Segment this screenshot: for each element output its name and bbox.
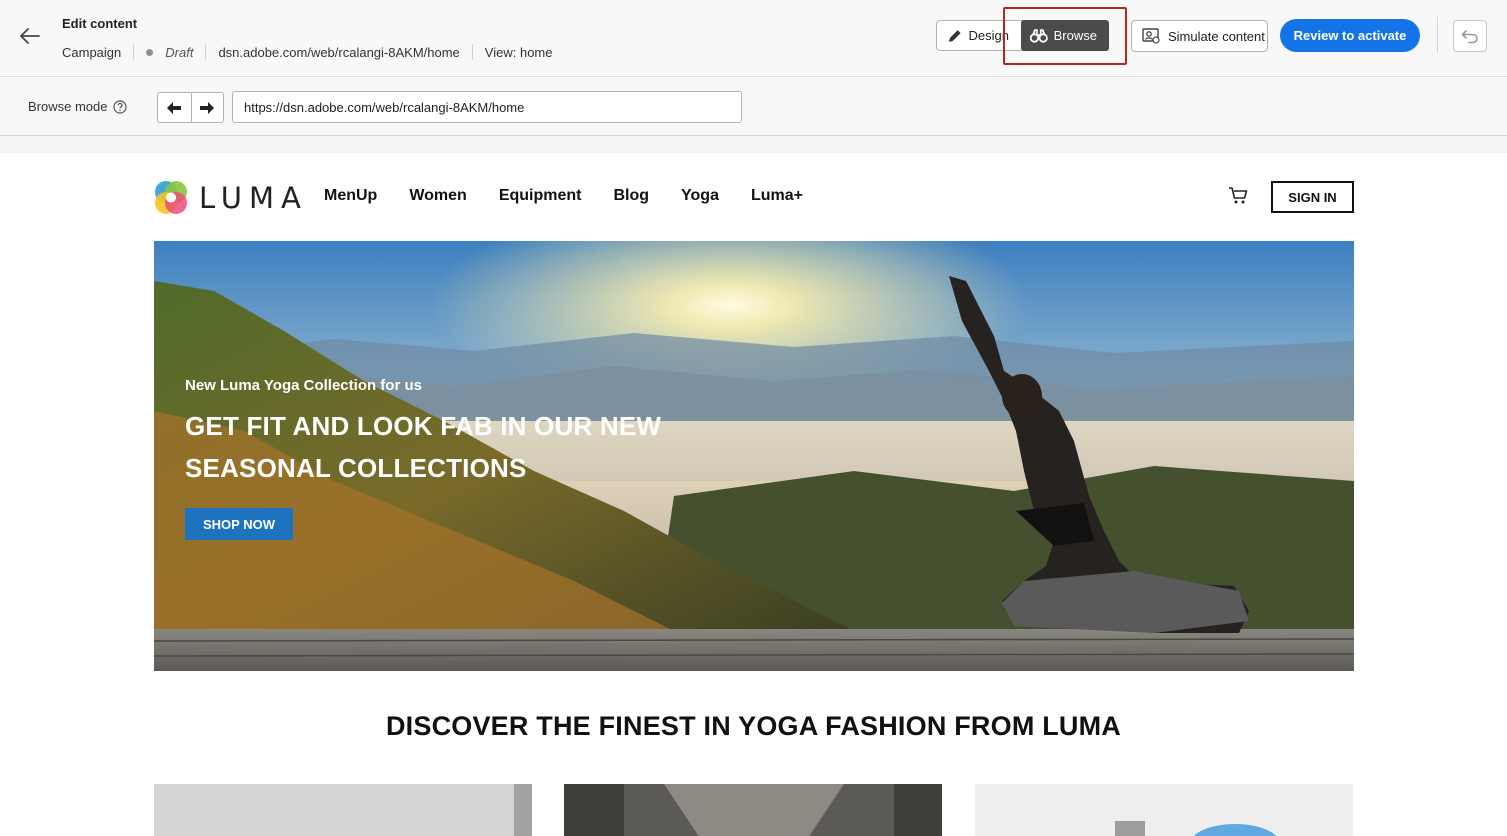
- divider: [133, 44, 135, 60]
- hero-kicker: New Luma Yoga Collection for us: [185, 377, 422, 394]
- nav-item-luma-plus[interactable]: Luma+: [751, 187, 803, 205]
- nav-item-blog[interactable]: Blog: [613, 187, 649, 205]
- arrow-back-icon: [167, 101, 182, 114]
- site-main-nav: MenUp Women Equipment Blog Yoga Luma+: [324, 187, 835, 205]
- preview-strip: [0, 137, 1507, 153]
- binoculars-icon: [1030, 28, 1048, 43]
- luma-logo-icon: [155, 181, 187, 214]
- url-input[interactable]: [232, 91, 742, 123]
- simulate-icon: [1142, 28, 1160, 44]
- product-card-image[interactable]: [975, 784, 1353, 836]
- review-to-activate-button[interactable]: Review to activate: [1280, 19, 1420, 52]
- hero-title-line1: GET FIT AND LOOK FAB IN OUR NEW: [185, 411, 662, 441]
- product-card-image[interactable]: [564, 784, 942, 836]
- simulate-content-button[interactable]: Simulate content: [1131, 20, 1268, 52]
- mode-switch: Design Browse: [936, 20, 1109, 51]
- design-label: Design: [968, 28, 1009, 43]
- divider: [1437, 17, 1438, 53]
- divider: [205, 44, 207, 60]
- arrow-left-icon: [20, 28, 40, 44]
- hero-banner: New Luma Yoga Collection for us GET FIT …: [154, 241, 1354, 671]
- nav-item-equipment[interactable]: Equipment: [499, 187, 582, 205]
- site-preview: LUMA MenUp Women Equipment Blog Yoga Lum…: [0, 137, 1507, 836]
- nav-item-women[interactable]: Women: [409, 187, 466, 205]
- undo-button[interactable]: [1453, 20, 1487, 52]
- section-title: DISCOVER THE FINEST IN YOGA FASHION FROM…: [385, 711, 1122, 741]
- design-mode-button[interactable]: Design: [937, 21, 1021, 50]
- back-button[interactable]: [16, 22, 44, 50]
- divider: [471, 44, 473, 60]
- back-nav-button[interactable]: [158, 93, 191, 122]
- browse-mode-text: Browse mode: [28, 99, 108, 114]
- cart-icon[interactable]: [1228, 187, 1248, 210]
- browse-mode-button[interactable]: Browse: [1021, 20, 1109, 51]
- undo-icon: [1461, 30, 1478, 44]
- nav-item-yoga[interactable]: Yoga: [681, 187, 719, 205]
- browse-bar: Browse mode: [0, 78, 1507, 136]
- nav-item-menup[interactable]: MenUp: [324, 187, 377, 205]
- page-title: Edit content: [62, 16, 138, 31]
- arrow-forward-icon: [200, 101, 215, 114]
- view-label: View: home: [484, 44, 553, 60]
- simulate-label: Simulate content: [1168, 28, 1265, 44]
- shop-now-button[interactable]: SHOP NOW: [185, 508, 293, 540]
- browse-mode-label: Browse mode: [28, 99, 128, 114]
- luma-brand-text: LUMA: [199, 180, 308, 215]
- breadcrumb: Campaign Draft dsn.adobe.com/web/rcalang…: [62, 43, 552, 61]
- pencil-icon: [948, 29, 961, 42]
- hero-text: New Luma Yoga Collection for us GET FIT …: [185, 377, 661, 489]
- content-type: Campaign: [62, 44, 122, 60]
- editor-header: Edit content Campaign Draft dsn.adobe.co…: [0, 0, 1507, 77]
- page-url: dsn.adobe.com/web/rcalangi-8AKM/home: [218, 44, 460, 60]
- status-badge: Draft: [165, 44, 194, 60]
- status-dot: [146, 48, 154, 56]
- hero-title-line2: SEASONAL COLLECTIONS: [185, 453, 527, 483]
- forward-nav-button[interactable]: [190, 93, 224, 122]
- history-nav: [157, 92, 224, 123]
- luma-logo[interactable]: LUMA: [153, 179, 308, 216]
- browse-label: Browse: [1053, 28, 1097, 43]
- product-card-image[interactable]: [154, 784, 532, 836]
- hero-title: GET FIT AND LOOK FAB IN OUR NEW SEASONAL…: [185, 405, 661, 489]
- sign-in-button[interactable]: SIGN IN: [1271, 181, 1354, 213]
- help-icon[interactable]: [113, 99, 128, 114]
